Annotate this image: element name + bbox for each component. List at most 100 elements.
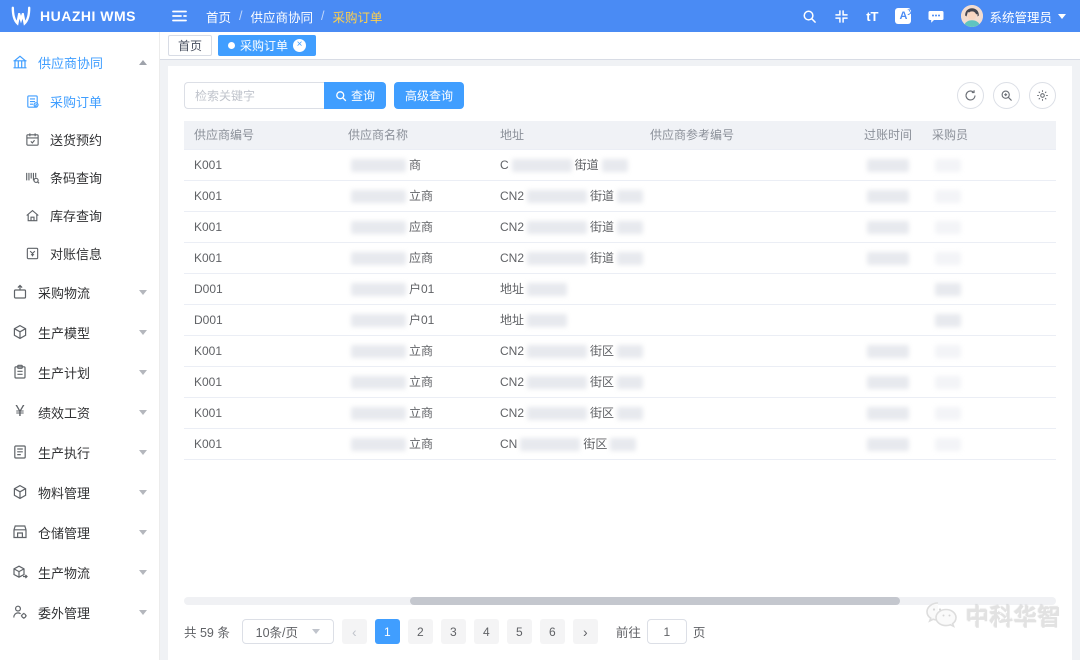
- language-icon[interactable]: A文: [895, 8, 911, 24]
- refresh-button[interactable]: [957, 82, 984, 109]
- sidebar-group-supplier-collab[interactable]: 供应商协同: [0, 42, 159, 82]
- tab-home[interactable]: 首页: [168, 35, 212, 56]
- table-row[interactable]: D001 户01 地址: [184, 304, 1056, 335]
- cell-supplier-ref: [640, 335, 794, 366]
- cell-supplier-name: 商: [409, 158, 421, 172]
- search-icon[interactable]: [802, 9, 817, 24]
- cell-address: CN2: [500, 189, 524, 203]
- sidebar-item-label: 生产模型: [38, 323, 129, 342]
- redacted-text: [935, 190, 961, 203]
- cube-icon: [12, 484, 28, 500]
- message-icon[interactable]: [928, 9, 944, 24]
- tab-close-icon[interactable]: ×: [293, 39, 306, 52]
- sidebar-item-inventory-query[interactable]: 库存查询: [0, 196, 159, 234]
- cell-address: CN2: [500, 375, 524, 389]
- sidebar-item-label: 生产执行: [38, 443, 129, 462]
- redacted-text: [617, 345, 643, 358]
- table-row[interactable]: K001 立商 CN2街区: [184, 397, 1056, 428]
- prev-page-button[interactable]: ‹: [342, 619, 367, 644]
- query-button[interactable]: 查询: [324, 82, 386, 109]
- page-button-1[interactable]: 1: [375, 619, 400, 644]
- sidebar-item-reconciliation-info[interactable]: 对账信息: [0, 234, 159, 272]
- redacted-text: [935, 252, 961, 265]
- font-size-icon[interactable]: tT: [866, 10, 878, 23]
- user-menu[interactable]: 系统管理员: [961, 5, 1066, 27]
- page-size-value: 10条/页: [256, 622, 298, 641]
- settings-button[interactable]: [1029, 82, 1056, 109]
- redacted-text: [935, 376, 961, 389]
- cell-supplier-no: D001: [194, 282, 223, 296]
- search-input[interactable]: [184, 82, 324, 109]
- chevron-down-icon: [139, 490, 147, 495]
- tab-bar: 首页 采购订单 ×: [160, 32, 1080, 60]
- gear-icon: [1036, 89, 1049, 102]
- app-window: HUAZHI WMS 首页 / 供应商协同 / 采购订单 tT A文: [0, 0, 1080, 660]
- cell-address: C: [500, 158, 509, 172]
- redacted-text: [935, 159, 961, 172]
- pagination: 共 59 条 10条/页 ‹ 1 2 3 4 5 6 › 前往: [184, 619, 1056, 644]
- table-row[interactable]: K001 应商 CN2街道: [184, 242, 1056, 273]
- fullscreen-icon[interactable]: [834, 9, 849, 24]
- scrollbar-thumb[interactable]: [410, 597, 900, 605]
- tab-label: 首页: [178, 37, 202, 54]
- sidebar: 供应商协同 采购订单 送货预约 条码查询 库: [0, 32, 160, 660]
- redacted-text: [527, 221, 587, 234]
- page-size-select[interactable]: 10条/页: [242, 619, 334, 644]
- table-row[interactable]: D001 户01 地址: [184, 273, 1056, 304]
- horizontal-scrollbar[interactable]: [184, 597, 1056, 605]
- goto-page-input[interactable]: [647, 619, 687, 644]
- cell-supplier-no: K001: [194, 344, 222, 358]
- page-button-2[interactable]: 2: [408, 619, 433, 644]
- redacted-text: [351, 190, 406, 203]
- redacted-text: [351, 438, 406, 451]
- table-row[interactable]: K001 应商 CN2街道: [184, 211, 1056, 242]
- sidebar-group-label: 供应商协同: [38, 53, 129, 72]
- sidebar-item-performance-wage[interactable]: ¥ 绩效工资: [0, 392, 159, 432]
- chevron-down-icon: [139, 330, 147, 335]
- page-button-6[interactable]: 6: [540, 619, 565, 644]
- sidebar-item-delivery-appointment[interactable]: 送货预约: [0, 120, 159, 158]
- tab-purchase-orders[interactable]: 采购订单 ×: [218, 35, 316, 56]
- table-row[interactable]: K001 立商 CN街区: [184, 428, 1056, 459]
- sidebar-item-purchase-logistics[interactable]: 采购物流: [0, 272, 159, 312]
- sidebar-item-purchase-orders[interactable]: 采购订单: [0, 82, 159, 120]
- sidebar-item-production-plan[interactable]: 生产计划: [0, 352, 159, 392]
- sidebar-item-warehouse-management[interactable]: 仓储管理: [0, 512, 159, 552]
- sidebar-item-outsourcing-management[interactable]: 委外管理: [0, 592, 159, 632]
- sidebar-item-production-model[interactable]: 生产模型: [0, 312, 159, 352]
- table-row[interactable]: K001 立商 CN2街区: [184, 366, 1056, 397]
- advanced-query-button[interactable]: 高级查询: [394, 82, 464, 109]
- col-buyer: 采购员: [922, 121, 1056, 149]
- table-row[interactable]: K001 立商 CN2街道: [184, 180, 1056, 211]
- redacted-text: [935, 221, 961, 234]
- sidebar-item-material-management[interactable]: 物料管理: [0, 472, 159, 512]
- sidebar-item-label: 采购物流: [38, 283, 129, 302]
- page-button-3[interactable]: 3: [441, 619, 466, 644]
- breadcrumb-home[interactable]: 首页: [206, 7, 231, 26]
- sidebar-item-barcode-query[interactable]: 条码查询: [0, 158, 159, 196]
- sidebar-item-production-logistics[interactable]: 生产物流: [0, 552, 159, 592]
- sidebar-collapse-icon[interactable]: [172, 9, 188, 23]
- sidebar-item-production-execution[interactable]: 生产执行: [0, 432, 159, 472]
- page-button-4[interactable]: 4: [474, 619, 499, 644]
- cell-supplier-ref: [640, 304, 794, 335]
- next-page-button[interactable]: ›: [573, 619, 598, 644]
- redacted-text: [527, 314, 567, 327]
- sidebar-item-label: 生产计划: [38, 363, 129, 382]
- breadcrumb-supplier-collab[interactable]: 供应商协同: [251, 7, 314, 26]
- redacted-text: [351, 252, 406, 265]
- page-button-5[interactable]: 5: [507, 619, 532, 644]
- avatar[interactable]: [961, 5, 983, 27]
- cell-supplier-no: K001: [194, 375, 222, 389]
- cell-supplier-no: K001: [194, 189, 222, 203]
- zoom-search-button[interactable]: [993, 82, 1020, 109]
- redacted-text: [935, 314, 961, 327]
- redacted-text: [935, 283, 961, 296]
- table-row[interactable]: K001 商 C街道: [184, 149, 1056, 180]
- redacted-text: [351, 159, 406, 172]
- table-row[interactable]: K001 立商 CN2街区: [184, 335, 1056, 366]
- chevron-up-icon: [139, 60, 147, 65]
- purchase-orders-table: 供应商编号 供应商名称 地址 供应商参考编号 过账时间 采购员 K001 商 C: [184, 121, 1056, 460]
- col-supplier-no: 供应商编号: [184, 121, 338, 149]
- box-arrow-icon: [12, 284, 28, 300]
